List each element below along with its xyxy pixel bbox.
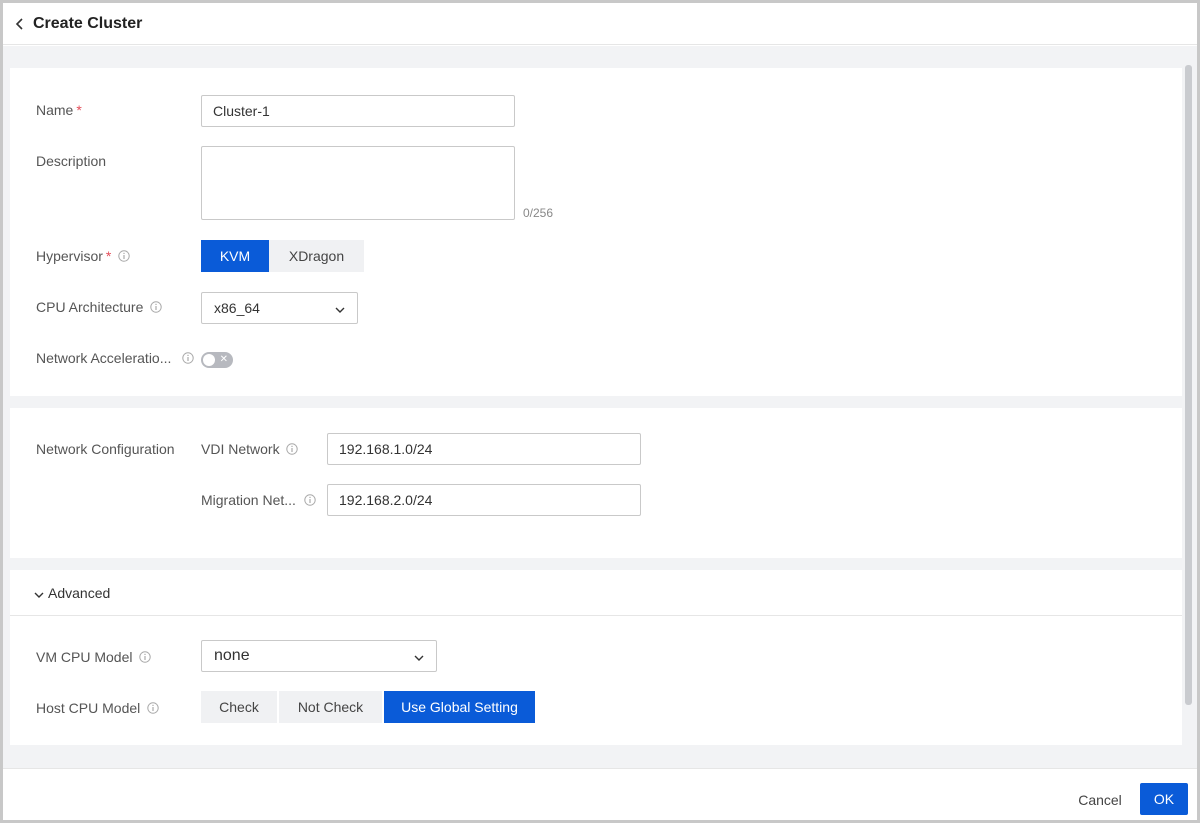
network-config-label: Network Configuration bbox=[36, 441, 175, 457]
vm-cpu-model-select[interactable]: none bbox=[201, 640, 437, 672]
migration-network-label: Migration Net... bbox=[201, 492, 317, 508]
cpu-architecture-label: CPU Architecture bbox=[36, 299, 162, 315]
network-acceleration-label: Network Acceleratio... bbox=[36, 350, 194, 366]
name-label: Name * bbox=[36, 102, 82, 118]
vm-cpu-model-label-text: VM CPU Model bbox=[36, 649, 133, 665]
scrollbar[interactable] bbox=[1185, 65, 1192, 705]
advanced-toggle[interactable]: Advanced bbox=[10, 570, 1182, 616]
info-icon[interactable] bbox=[117, 250, 130, 263]
host-cpu-not-check-button[interactable]: Not Check bbox=[279, 691, 382, 723]
info-icon[interactable] bbox=[181, 352, 194, 365]
host-cpu-global-setting-button[interactable]: Use Global Setting bbox=[384, 691, 535, 723]
ok-button[interactable]: OK bbox=[1140, 783, 1188, 815]
toggle-knob bbox=[203, 354, 215, 366]
basic-info-card: Name * Description 0/256 Hypervisor * KV… bbox=[10, 68, 1182, 396]
name-input[interactable] bbox=[201, 95, 515, 127]
page-title: Create Cluster bbox=[33, 14, 143, 32]
info-icon[interactable] bbox=[146, 702, 159, 715]
hypervisor-label: Hypervisor * bbox=[36, 248, 130, 264]
required-mark: * bbox=[105, 248, 112, 264]
advanced-label: Advanced bbox=[48, 584, 111, 601]
chevron-down-icon bbox=[414, 648, 424, 664]
migration-network-input[interactable] bbox=[327, 484, 641, 516]
close-icon: ✕ bbox=[219, 354, 228, 365]
hypervisor-label-text: Hypervisor bbox=[36, 248, 103, 264]
host-cpu-model-label-text: Host CPU Model bbox=[36, 700, 141, 716]
network-acceleration-toggle[interactable]: ✕ bbox=[201, 352, 233, 368]
cpu-architecture-label-text: CPU Architecture bbox=[36, 299, 144, 315]
network-config-label-text: Network Configuration bbox=[36, 441, 175, 457]
hypervisor-xdragon-button[interactable]: XDragon bbox=[269, 240, 364, 272]
chevron-down-icon bbox=[335, 300, 345, 316]
description-input[interactable] bbox=[201, 146, 515, 220]
description-counter: 0/256 bbox=[523, 206, 554, 220]
required-mark: * bbox=[76, 102, 82, 118]
vm-cpu-model-label: VM CPU Model bbox=[36, 649, 151, 665]
network-config-card: Network Configuration VDI Network Migrat… bbox=[10, 408, 1182, 558]
chevron-down-icon bbox=[34, 585, 44, 601]
cpu-architecture-value: x86_64 bbox=[214, 300, 260, 316]
hypervisor-kvm-button[interactable]: KVM bbox=[201, 240, 269, 272]
vdi-network-label: VDI Network bbox=[201, 441, 299, 457]
network-acceleration-label-text: Network Acceleratio... bbox=[36, 350, 172, 366]
description-label-text: Description bbox=[36, 153, 107, 169]
form-content: Name * Description 0/256 Hypervisor * KV… bbox=[3, 46, 1197, 768]
description-label: Description bbox=[36, 153, 106, 169]
page-header: Create Cluster bbox=[3, 3, 1197, 45]
vdi-network-input[interactable] bbox=[327, 433, 641, 465]
advanced-card: Advanced VM CPU Model none Host CPU Mode… bbox=[10, 570, 1182, 745]
chevron-left-icon[interactable] bbox=[13, 17, 27, 31]
migration-network-label-text: Migration Net... bbox=[201, 492, 296, 508]
dialog-window: Create Cluster Name * Description 0/256 … bbox=[0, 0, 1200, 823]
vm-cpu-model-value: none bbox=[214, 647, 250, 664]
info-icon[interactable] bbox=[138, 651, 151, 664]
host-cpu-check-button[interactable]: Check bbox=[201, 691, 277, 723]
info-icon[interactable] bbox=[304, 494, 317, 507]
info-icon[interactable] bbox=[286, 443, 299, 456]
name-label-text: Name bbox=[36, 102, 74, 118]
vdi-network-label-text: VDI Network bbox=[201, 441, 280, 457]
cpu-architecture-select[interactable]: x86_64 bbox=[201, 292, 358, 324]
info-icon[interactable] bbox=[149, 301, 162, 314]
cancel-button[interactable]: Cancel bbox=[1065, 784, 1135, 816]
footer: Cancel OK bbox=[3, 768, 1197, 820]
host-cpu-model-label: Host CPU Model bbox=[36, 700, 159, 716]
